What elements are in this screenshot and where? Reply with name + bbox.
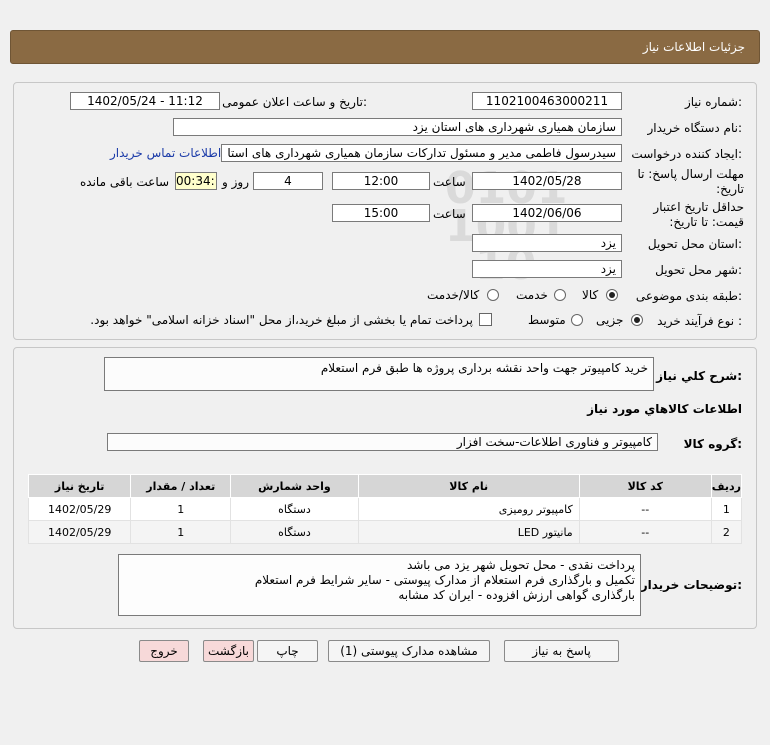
cell-need-date: 1402/05/29	[27, 497, 132, 521]
table-row: 1402/05/29 1 دستگاه کامپیوتر رومیزی -- 1	[27, 497, 743, 521]
deadline-label: مهلت ارسال پاسخ: تا تاریخ:	[637, 167, 744, 196]
need-summary-field: خرید کامپیوتر جهت واحد نقشه برداری پروژه…	[104, 357, 654, 391]
col-unit: واحد شمارش	[230, 474, 359, 498]
cell-goods-name: مانیتور LED	[357, 520, 580, 544]
table-row: 1402/05/29 1 دستگاه مانیتور LED -- 2	[27, 520, 743, 544]
deadline-time-label: ساعت	[433, 175, 466, 189]
buyer-notes-label: توضیحات خریدار:	[640, 578, 742, 592]
buyer-note-line: پرداخت نقدی - محل تحویل شهر یزد می باشد	[406, 558, 635, 572]
category-option-goods-service: کالا/خدمت	[427, 288, 480, 302]
process-radio-medium[interactable]	[571, 314, 583, 326]
category-radio-goods-service[interactable]	[487, 289, 499, 301]
col-need-date: تاریخ نیاز	[27, 474, 132, 498]
cell-goods-code: --	[578, 520, 712, 544]
remaining-time-field: 00:34:15	[175, 172, 217, 190]
cell-quantity: 1	[130, 520, 232, 544]
cell-unit: دستگاه	[230, 520, 359, 544]
cell-goods-code: --	[578, 497, 712, 521]
page-header: جزئیات اطلاعات نیاز	[10, 30, 760, 64]
treasury-payment-checkbox[interactable]	[479, 313, 492, 326]
cell-goods-name: کامپیوتر رومیزی	[357, 497, 580, 521]
buyer-note-line: بارگذاری گواهی ارزش افزوده - ایران کد مش…	[398, 588, 635, 602]
remaining-time-label: ساعت باقی مانده	[80, 175, 170, 189]
category-option-goods: کالا	[582, 288, 599, 302]
goods-group-field: کامپیوتر و فناوری اطلاعات-سخت افزار	[107, 433, 658, 451]
delivery-province-label: استان محل تحویل:	[647, 237, 742, 251]
buyer-org-label: نام دستگاه خریدار:	[647, 121, 743, 135]
col-row-number: ردیف	[710, 474, 743, 498]
back-button[interactable]: بازگشت	[203, 640, 254, 662]
process-option-medium: متوسط	[528, 313, 566, 327]
buyer-notes-box: پرداخت نقدی - محل تحویل شهر یزد می باشد …	[118, 554, 641, 616]
cell-quantity: 1	[130, 497, 232, 521]
delivery-city-field: یزد	[472, 260, 622, 278]
goods-group-label: گروه کالا:	[683, 437, 742, 451]
request-creator-label: ایجاد کننده درخواست:	[631, 147, 742, 161]
goods-table: تاریخ نیاز تعداد / مقدار واحد شمارش نام …	[27, 474, 743, 544]
goods-info-title: اطلاعات کالاهاي مورد نياز	[587, 402, 742, 416]
cell-row-number: 1	[710, 497, 743, 521]
buyer-org-field: سازمان همیاری شهرداری های استان یزد	[173, 118, 622, 136]
view-attachments-button[interactable]: مشاهده مدارک پیوستی (1)	[328, 640, 490, 662]
col-goods-name: نام کالا	[357, 474, 580, 498]
buyer-contact-link[interactable]: اطلاعات تماس خریدار	[110, 146, 221, 160]
announce-datetime-field: 1402/05/24 - 11:12	[70, 92, 220, 110]
cell-row-number: 2	[710, 520, 743, 544]
price-validity-time-label: ساعت	[433, 207, 466, 221]
days-label: روز و	[222, 175, 249, 189]
deadline-time-field: 12:00	[332, 172, 430, 190]
page-title: جزئیات اطلاعات نیاز	[642, 40, 745, 54]
need-number-field: 1102100463000211	[472, 92, 622, 110]
price-validity-time-field: 15:00	[332, 204, 430, 222]
treasury-payment-note: پرداخت تمام یا بخشی از مبلغ خرید،از محل …	[90, 313, 473, 327]
subject-category-label: طبقه بندی موضوعی:	[635, 289, 742, 303]
announce-datetime-label: تاریخ و ساعت اعلان عمومی:	[222, 95, 367, 109]
remaining-days-field: 4	[253, 172, 323, 190]
deadline-date-field: 1402/05/28	[472, 172, 622, 190]
cell-unit: دستگاه	[230, 497, 359, 521]
category-radio-goods[interactable]	[606, 289, 618, 301]
price-validity-date-field: 1402/06/06	[472, 204, 622, 222]
delivery-city-label: شهر محل تحویل:	[655, 263, 742, 277]
price-validity-label: حداقل تاریخ اعتبار قیمت: تا تاریخ:	[653, 200, 744, 229]
need-summary-label: شرح کلي نياز:	[656, 369, 742, 383]
process-radio-minor[interactable]	[631, 314, 643, 326]
cell-need-date: 1402/05/29	[27, 520, 132, 544]
exit-button[interactable]: خروج	[139, 640, 189, 662]
request-creator-field: سیدرسول فاطمی مدیر و مسئول تدارکات سازما…	[221, 144, 622, 162]
print-button[interactable]: چاپ	[257, 640, 318, 662]
col-goods-code: کد کالا	[578, 474, 712, 498]
process-option-minor: جزیی	[596, 313, 624, 327]
purchase-process-label: نوع فرآیند خرید :	[657, 314, 742, 328]
col-quantity: تعداد / مقدار	[130, 474, 232, 498]
need-number-label: شماره نیاز:	[684, 95, 742, 109]
goods-table-header: تاریخ نیاز تعداد / مقدار واحد شمارش نام …	[27, 474, 743, 498]
buyer-note-line: تکمیل و بارگذاری فرم استعلام از مدارک پی…	[254, 573, 635, 587]
delivery-province-field: یزد	[472, 234, 622, 252]
respond-to-need-button[interactable]: پاسخ به نیاز	[504, 640, 619, 662]
category-option-service: خدمت	[516, 288, 548, 302]
category-radio-service[interactable]	[554, 289, 566, 301]
